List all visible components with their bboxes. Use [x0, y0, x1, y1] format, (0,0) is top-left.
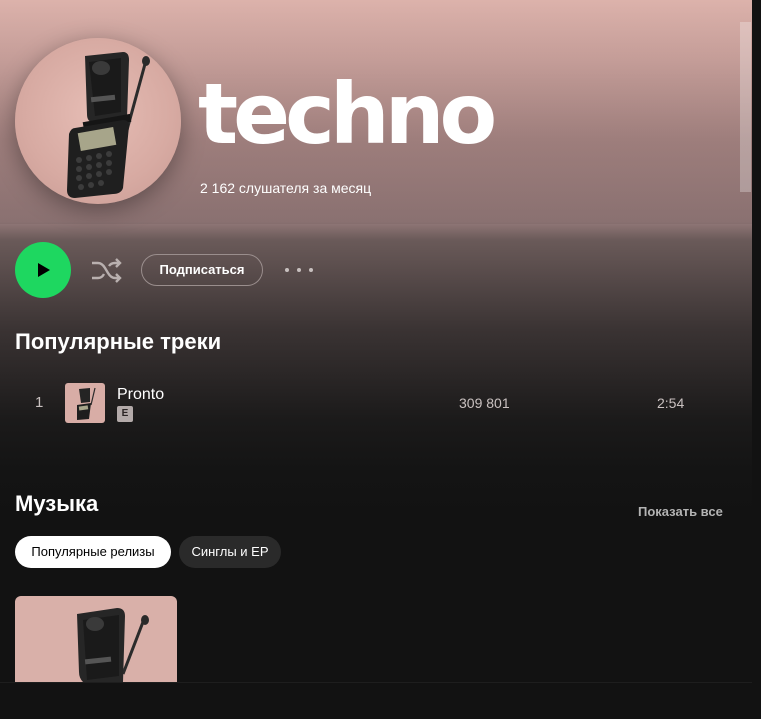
- explicit-badge: E: [117, 406, 133, 422]
- track-title[interactable]: Pronto: [117, 386, 164, 404]
- release-card[interactable]: [15, 596, 177, 682]
- more-icon: [285, 268, 289, 272]
- show-all-link[interactable]: Показать все: [638, 504, 723, 519]
- follow-button[interactable]: Подписаться: [141, 254, 263, 286]
- monthly-listeners: 2 162 слушателя за месяц: [200, 180, 372, 196]
- filter-popular-releases[interactable]: Популярные релизы: [15, 536, 171, 568]
- scrollbar-track: [752, 0, 761, 719]
- release-cover: [77, 608, 149, 682]
- track-play-count: 309 801: [459, 395, 510, 411]
- artist-page: techno 2 162 слушателя за месяц Подписат…: [0, 0, 752, 682]
- track-duration: 2:54: [657, 395, 685, 411]
- flip-phone-image: [67, 52, 150, 198]
- artist-name: techno: [198, 65, 497, 163]
- play-icon: [38, 263, 50, 277]
- track-cover: [65, 383, 105, 423]
- filter-singles-ep[interactable]: Синглы и EP: [179, 536, 281, 568]
- shuffle-icon: [92, 258, 122, 283]
- music-section-title: Музыка: [15, 491, 99, 516]
- more-options-button[interactable]: [282, 258, 316, 282]
- popular-tracks-title: Популярные треки: [15, 329, 222, 354]
- scrollbar-thumb[interactable]: [740, 22, 751, 192]
- bottom-bar: [0, 682, 752, 719]
- track-row[interactable]: 1 Pronto E 309 801 2:54: [15, 378, 737, 428]
- track-number: 1: [35, 394, 44, 411]
- play-button[interactable]: [15, 242, 71, 298]
- artist-avatar: [15, 38, 181, 204]
- shuffle-button[interactable]: [89, 255, 123, 285]
